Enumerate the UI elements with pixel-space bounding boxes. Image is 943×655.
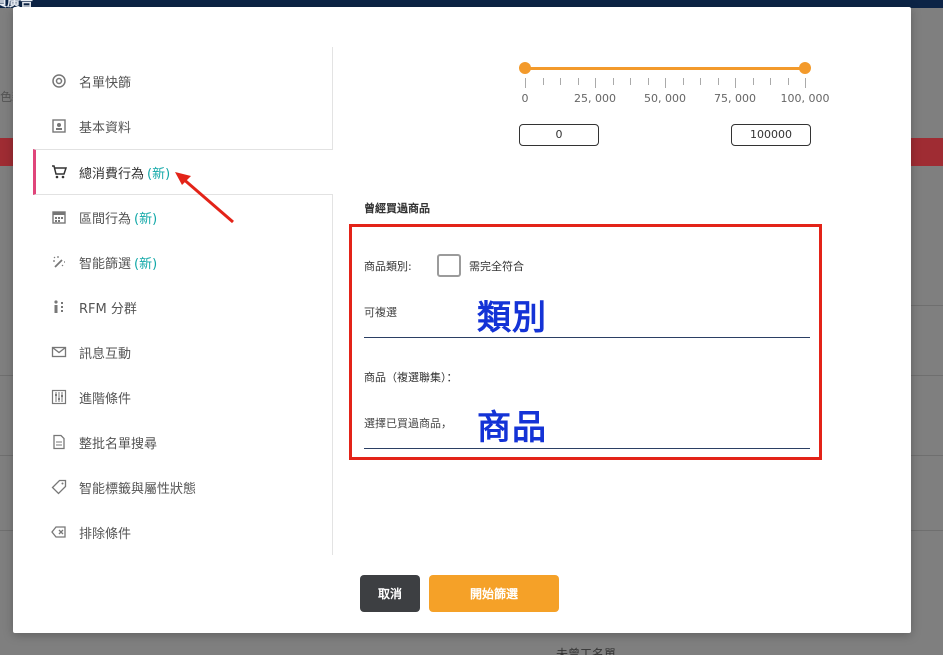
tag-icon <box>51 479 67 495</box>
slider-tick <box>735 78 736 88</box>
sliders-icon <box>51 389 67 405</box>
exact-match-checkbox[interactable] <box>437 254 461 277</box>
slider-max-handle[interactable] <box>799 62 811 74</box>
product-select-placeholder[interactable]: 選擇已買過商品， <box>364 415 452 431</box>
filter-modal: 名單快篩 基本資料 總消費行為 (新) 區間行為 (新) 智能篩選 (新) RF… <box>13 7 911 633</box>
sidebar-item-label: 名單快篩 <box>79 75 132 91</box>
slider-tick <box>630 78 631 85</box>
sidebar-item-batch-search[interactable]: 整批名單搜尋 <box>33 420 333 464</box>
slider-tick <box>595 78 596 88</box>
backspace-icon <box>51 524 67 540</box>
background-divider <box>911 305 943 306</box>
slider-tick <box>770 78 771 85</box>
sidebar-item-rfm[interactable]: RFM 分群 <box>33 285 333 329</box>
slider-tick-label: 50, 000 <box>644 92 686 105</box>
slider-tick <box>525 78 526 88</box>
sidebar-item-label: 智能篩選 <box>79 256 132 272</box>
slider-tick-label: 75, 000 <box>714 92 756 105</box>
sidebar-item-label: 訊息互動 <box>79 346 132 362</box>
filter-category-sidebar: 名單快篩 基本資料 總消費行為 (新) 區間行為 (新) 智能篩選 (新) RF… <box>33 47 333 555</box>
slider-tick <box>752 78 754 85</box>
start-filter-button[interactable]: 開始篩選 <box>429 575 559 612</box>
max-amount-input[interactable]: 100000 <box>731 124 811 146</box>
product-overlay-text: 商品 <box>477 408 547 448</box>
sidebar-item-label: 基本資料 <box>79 120 132 136</box>
sidebar-item-smart-tags[interactable]: 智能標籤與屬性狀態 <box>33 465 333 509</box>
slider-tick <box>665 78 666 88</box>
slider-tick <box>647 78 649 85</box>
sidebar-item-label: 進階條件 <box>79 391 132 407</box>
background-red-banner-right <box>911 138 943 166</box>
new-badge: (新) <box>134 211 158 227</box>
sidebar-item-basic-info[interactable]: 基本資料 <box>33 104 333 148</box>
background-divider <box>0 455 13 456</box>
envelope-icon <box>51 344 67 360</box>
id-card-icon <box>51 118 67 134</box>
slider-tick <box>700 78 701 85</box>
cart-icon <box>51 164 67 180</box>
slider-tick-label: 0 <box>521 92 529 105</box>
slider-tick <box>542 78 544 85</box>
min-amount-input[interactable]: 0 <box>519 124 599 146</box>
product-label: 商品（複選聯集）： <box>364 371 458 384</box>
slider-tick <box>787 78 789 85</box>
slider-tick <box>577 78 579 85</box>
sidebar-item-label: 智能標籤與屬性狀態 <box>79 481 197 497</box>
category-label: 商品類別: <box>364 260 412 273</box>
slider-tick <box>717 78 719 85</box>
sidebar-item-smart-filter[interactable]: 智能篩選 (新) <box>33 240 333 284</box>
annotation-arrow-icon <box>175 172 234 224</box>
background-bottom-text: 未曾工名單 <box>556 647 617 655</box>
at-icon <box>51 73 67 89</box>
background-divider <box>911 375 943 376</box>
slider-tick-label: 25, 000 <box>574 92 616 105</box>
cancel-button[interactable]: 取消 <box>360 575 420 612</box>
product-select-underline <box>364 448 810 449</box>
category-overlay-text: 類別 <box>477 298 547 338</box>
person-chart-icon <box>51 299 67 315</box>
slider-tick <box>682 78 684 85</box>
sidebar-item-label: 總消費行為 <box>79 166 145 182</box>
exact-match-label: 需完全符合 <box>469 260 524 273</box>
sidebar-item-advanced-conditions[interactable]: 進階條件 <box>33 375 333 419</box>
sidebar-item-label: 區間行為 <box>79 211 132 227</box>
calendar-icon <box>51 209 67 225</box>
slider-tick-label: 100, 000 <box>780 92 830 105</box>
spending-range-slider-track[interactable] <box>524 67 805 70</box>
sidebar-item-exclude-conditions[interactable]: 排除條件 <box>33 510 333 554</box>
category-select-placeholder[interactable]: 可複選 <box>364 304 397 320</box>
document-icon <box>51 434 67 450</box>
section-title: 曾經買過商品 <box>364 202 430 215</box>
new-badge: (新) <box>147 166 171 182</box>
sidebar-item-quick-filter[interactable]: 名單快篩 <box>33 59 333 103</box>
sidebar-item-message-interaction[interactable]: 訊息互動 <box>33 330 333 374</box>
slider-min-handle[interactable] <box>519 62 531 74</box>
sidebar-item-label: 整批名單搜尋 <box>79 436 158 452</box>
slider-tick <box>805 78 806 88</box>
slider-tick <box>560 78 561 85</box>
background-divider <box>911 530 943 531</box>
category-select-underline <box>364 337 810 338</box>
background-divider <box>911 455 943 456</box>
background-divider <box>0 530 13 531</box>
magic-wand-icon <box>51 254 67 270</box>
background-divider <box>0 375 13 376</box>
slider-tick <box>612 78 614 85</box>
sidebar-item-label: 排除條件 <box>79 526 132 542</box>
sidebar-item-label: RFM 分群 <box>79 301 137 317</box>
new-badge: (新) <box>134 256 158 272</box>
